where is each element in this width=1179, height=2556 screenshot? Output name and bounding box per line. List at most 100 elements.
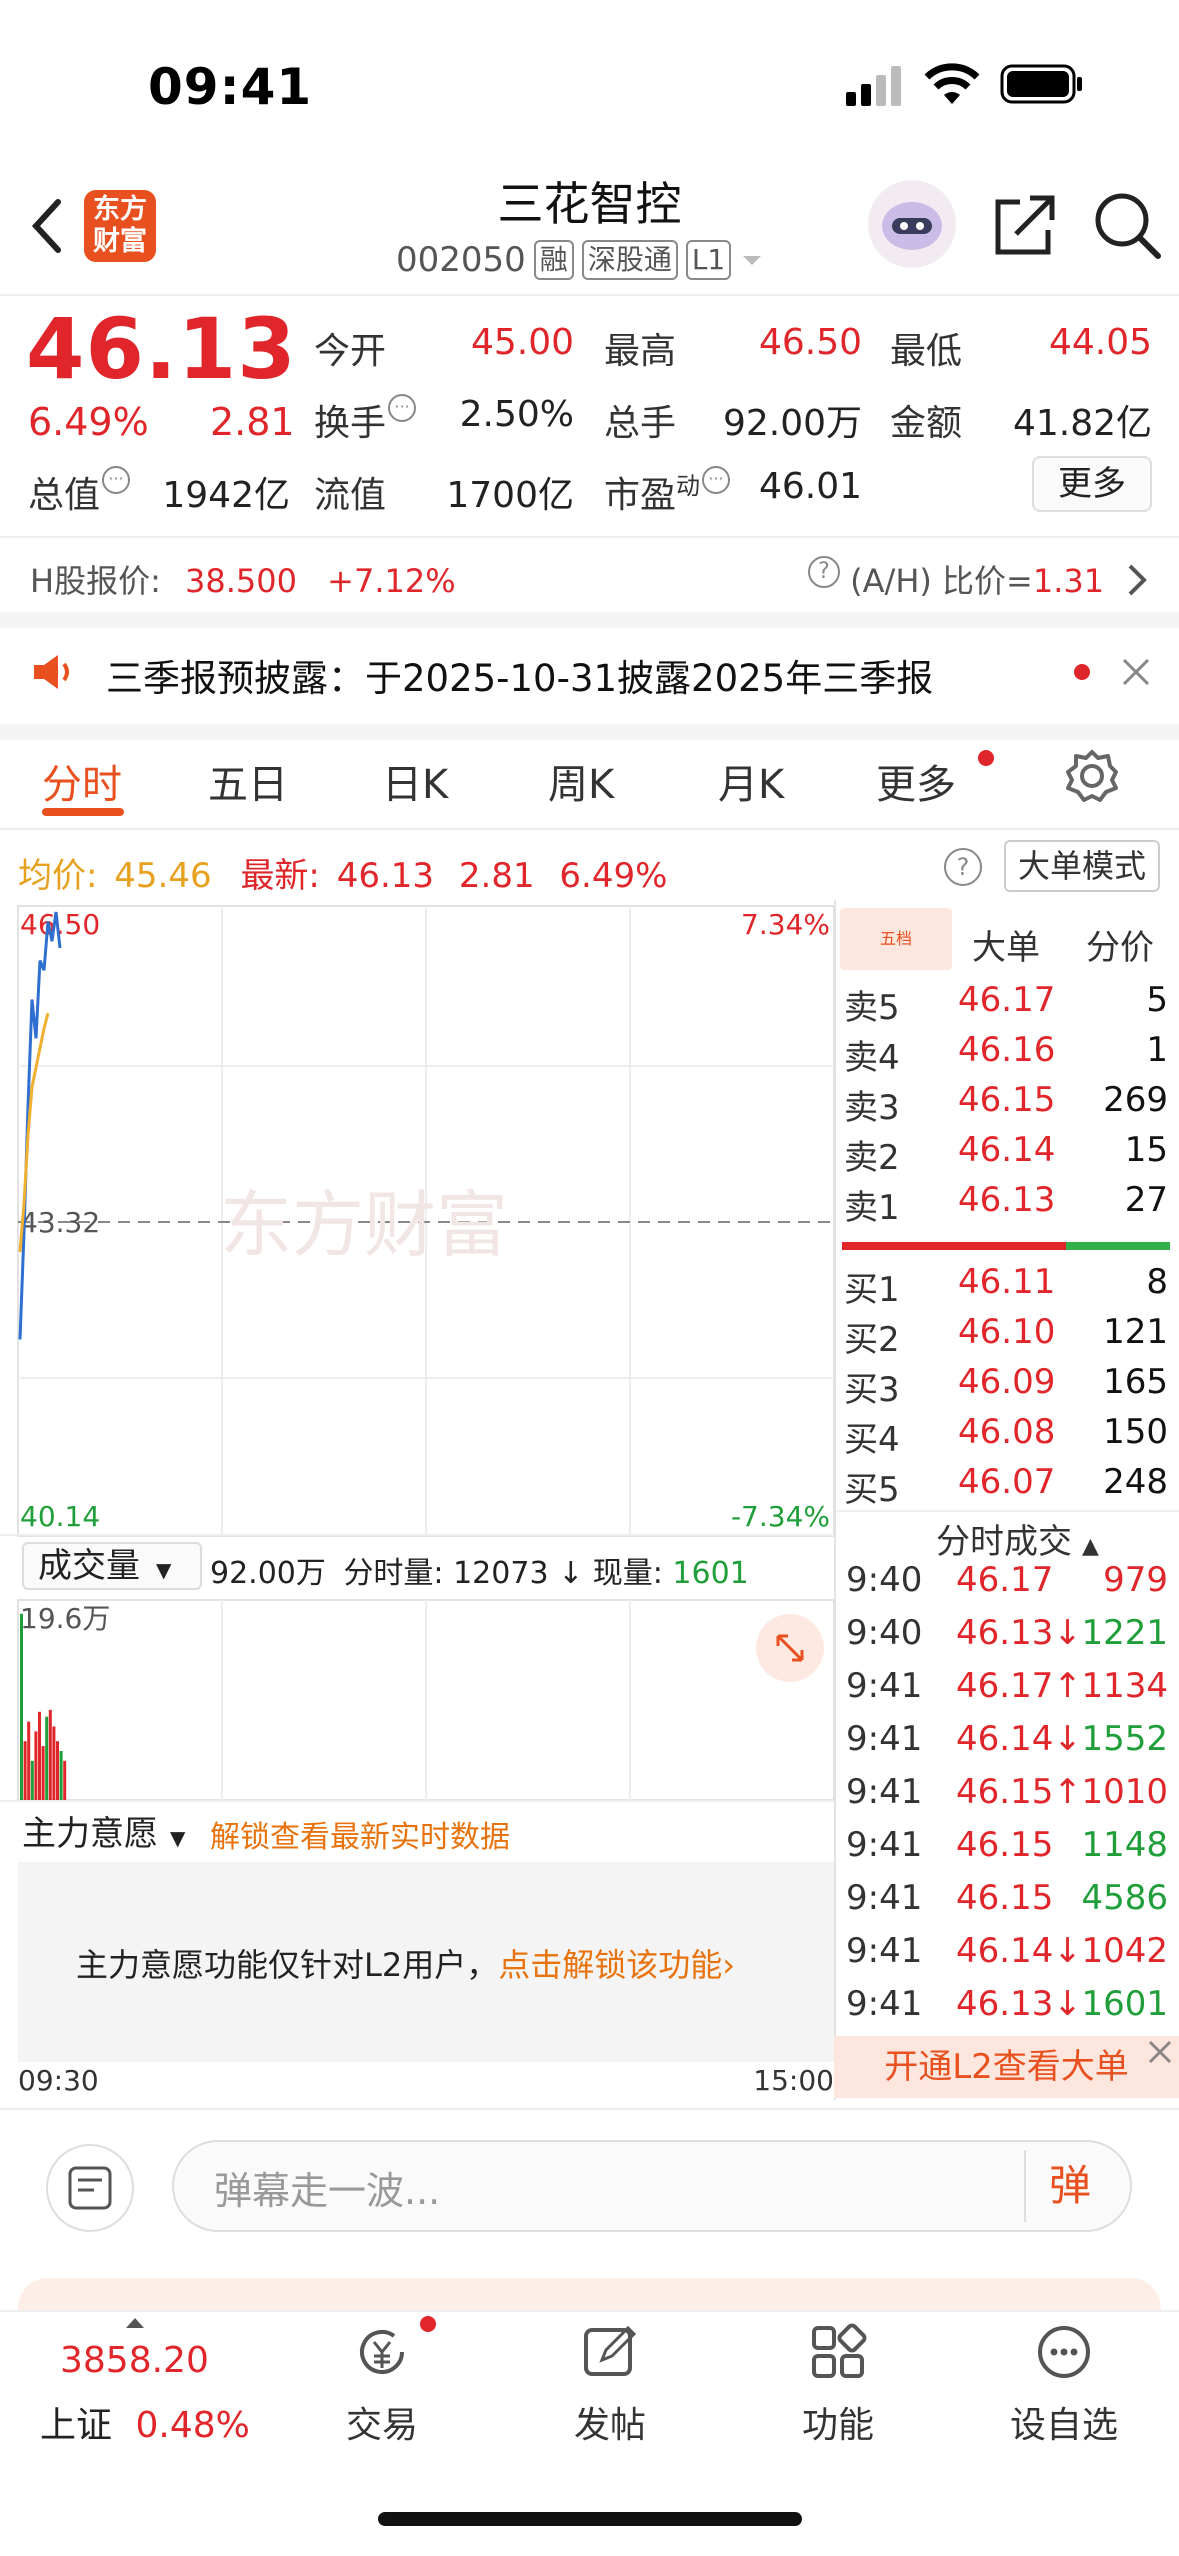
volume-bars: [20, 1613, 67, 1800]
search-icon[interactable]: [1092, 190, 1164, 262]
time-end: 15:00: [753, 2064, 834, 2097]
ob-level-label: 卖3: [844, 1088, 900, 1128]
ask-row[interactable]: 卖1 46.13 27: [844, 1180, 1168, 1230]
chart-pct-high: 7.34%: [741, 908, 830, 941]
tab-monthly-k[interactable]: 月K: [718, 752, 784, 810]
high-value: 46.50: [758, 322, 862, 363]
stock-code-row[interactable]: 002050 融 深股通 L1: [396, 240, 765, 280]
ob-price: 46.17: [958, 980, 1056, 1020]
avg-value: 45.46: [114, 856, 212, 896]
avg-label: 均价:: [18, 856, 98, 896]
functions-icon[interactable]: [808, 2322, 868, 2382]
ob-level-label: 卖1: [844, 1188, 900, 1228]
danmu-toggle-button[interactable]: 弹: [1024, 2150, 1114, 2222]
settings-gear-icon[interactable]: [1064, 748, 1120, 804]
ob-volume: 1: [1146, 1030, 1168, 1070]
chart-pct-low: -7.34%: [731, 1500, 830, 1533]
volume-max-label: 19.6万: [20, 1602, 110, 1635]
speaker-icon: [34, 655, 69, 689]
nav-add-watchlist[interactable]: 设自选: [984, 2396, 1144, 2448]
volume-bar: [38, 1711, 41, 1800]
post-icon[interactable]: [580, 2322, 640, 2382]
tab-price-dist[interactable]: 分价: [1086, 920, 1154, 969]
volume-bar: [52, 1726, 56, 1800]
bid-row[interactable]: 买1 46.11 8: [844, 1262, 1168, 1312]
big-order-mode-button[interactable]: 大单模式: [1004, 840, 1160, 892]
more-button[interactable]: 更多: [1032, 456, 1152, 512]
nav-post[interactable]: 发帖: [530, 2396, 690, 2448]
tab-big-orders[interactable]: 大单: [972, 920, 1040, 969]
force-indicator-select[interactable]: 主力意愿 ▼: [22, 1806, 185, 1855]
volume-info: 92.00万 分时量: 12073 ↓ 现量: 1601: [210, 1556, 749, 1591]
open-l2-banner[interactable]: 开通L2查看大单: [834, 2036, 1179, 2098]
tab-intraday[interactable]: 分时: [42, 752, 122, 810]
bid-row[interactable]: 买5 46.07 248: [844, 1462, 1168, 1512]
unlock-feature-link[interactable]: 点击解锁该功能›: [498, 1946, 735, 1984]
price-line: [18, 911, 62, 1340]
trade-icon[interactable]: [352, 2322, 412, 2382]
bid-row[interactable]: 买2 46.10 121: [844, 1312, 1168, 1362]
bid-row[interactable]: 买3 46.09 165: [844, 1362, 1168, 1412]
tick-price: 46.15: [956, 1825, 1054, 1865]
high-label: 最高: [604, 331, 677, 372]
period-vol: 12073: [453, 1556, 549, 1591]
help-icon[interactable]: ?: [944, 848, 982, 886]
ask-row[interactable]: 卖3 46.15 269: [844, 1080, 1168, 1130]
tick-row: 9:41 46.15↑ 1010: [844, 1772, 1168, 1824]
tick-time: 9:41: [846, 1931, 923, 1971]
last-price: 46.13: [26, 300, 297, 398]
share-icon[interactable]: [990, 190, 1060, 260]
tick-row: 9:41 46.15 4586: [844, 1878, 1168, 1930]
assistant-avatar[interactable]: [866, 178, 958, 270]
info-icon[interactable]: ···: [388, 394, 417, 422]
ask-row[interactable]: 卖4 46.16 1: [844, 1030, 1168, 1080]
float-value: 1700亿: [446, 475, 574, 516]
stock-code: 002050: [396, 240, 526, 280]
tick-volume: 1042: [1081, 1931, 1168, 1971]
tab-underline: [42, 808, 124, 816]
ticks-title[interactable]: 分时成交 ▲: [936, 1514, 1099, 1563]
ah-ratio[interactable]: ? (A/H) 比价=1.31: [806, 556, 1104, 602]
nav-trade[interactable]: 交易: [302, 2396, 462, 2448]
bid-row[interactable]: 买4 46.08 150: [844, 1412, 1168, 1462]
last-pct: 6.49%: [559, 856, 668, 896]
ob-level-label: 卖2: [844, 1138, 900, 1178]
ob-volume: 150: [1103, 1412, 1168, 1452]
float-label: 流值: [314, 475, 387, 516]
ob-volume: 5: [1146, 980, 1168, 1020]
sell-strength-bar: [842, 1242, 1066, 1250]
tick-price: 46.13↓: [956, 1613, 1082, 1653]
unlock-realtime-link[interactable]: 解锁查看最新实时数据: [210, 1812, 510, 1856]
hshare-pct: +7.12%: [327, 562, 456, 600]
comment-placeholder: 弹幕走一波...: [214, 2169, 441, 2213]
tick-price: 46.17↑: [956, 1666, 1082, 1706]
tab-daily-k[interactable]: 日K: [382, 752, 448, 810]
tab-five-levels[interactable]: 五档: [840, 908, 952, 970]
tab-more[interactable]: 更多: [876, 752, 956, 810]
tick-price: 46.14↓: [956, 1719, 1082, 1759]
amount-label: 金额: [890, 403, 963, 444]
add-watchlist-icon[interactable]: [1034, 2322, 1094, 2382]
ask-row[interactable]: 卖2 46.14 15: [844, 1130, 1168, 1180]
tick-volume: 1134: [1081, 1666, 1168, 1706]
ob-price: 46.11: [958, 1262, 1056, 1302]
tab-five-day[interactable]: 五日: [208, 752, 288, 810]
ob-volume: 8: [1146, 1262, 1168, 1302]
volume-bar: [56, 1741, 59, 1800]
hshare-row[interactable]: H股报价: 38.500 +7.12%: [30, 556, 456, 602]
comment-list-button[interactable]: [46, 2144, 134, 2232]
tab-weekly-k[interactable]: 周K: [548, 752, 614, 810]
volume-indicator-select[interactable]: 成交量 ▼: [22, 1542, 202, 1590]
info-icon[interactable]: ···: [102, 466, 131, 494]
index-ticker[interactable]: 上证 0.48%: [40, 2396, 250, 2448]
dropdown-icon: [743, 256, 762, 265]
notice-text[interactable]: 三季报预披露：于2025-10-31披露2025年三季报: [106, 648, 933, 702]
ask-row[interactable]: 卖5 46.17 5: [844, 980, 1168, 1030]
chart-price-base: 43.32: [20, 1206, 100, 1239]
volume-bar: [20, 1613, 23, 1800]
index-value[interactable]: 3858.20: [60, 2340, 209, 2381]
nav-functions[interactable]: 功能: [758, 2396, 918, 2448]
close-icon[interactable]: [1144, 2036, 1176, 2068]
change-amount: 2.81: [210, 400, 295, 444]
close-icon[interactable]: [1118, 654, 1154, 690]
